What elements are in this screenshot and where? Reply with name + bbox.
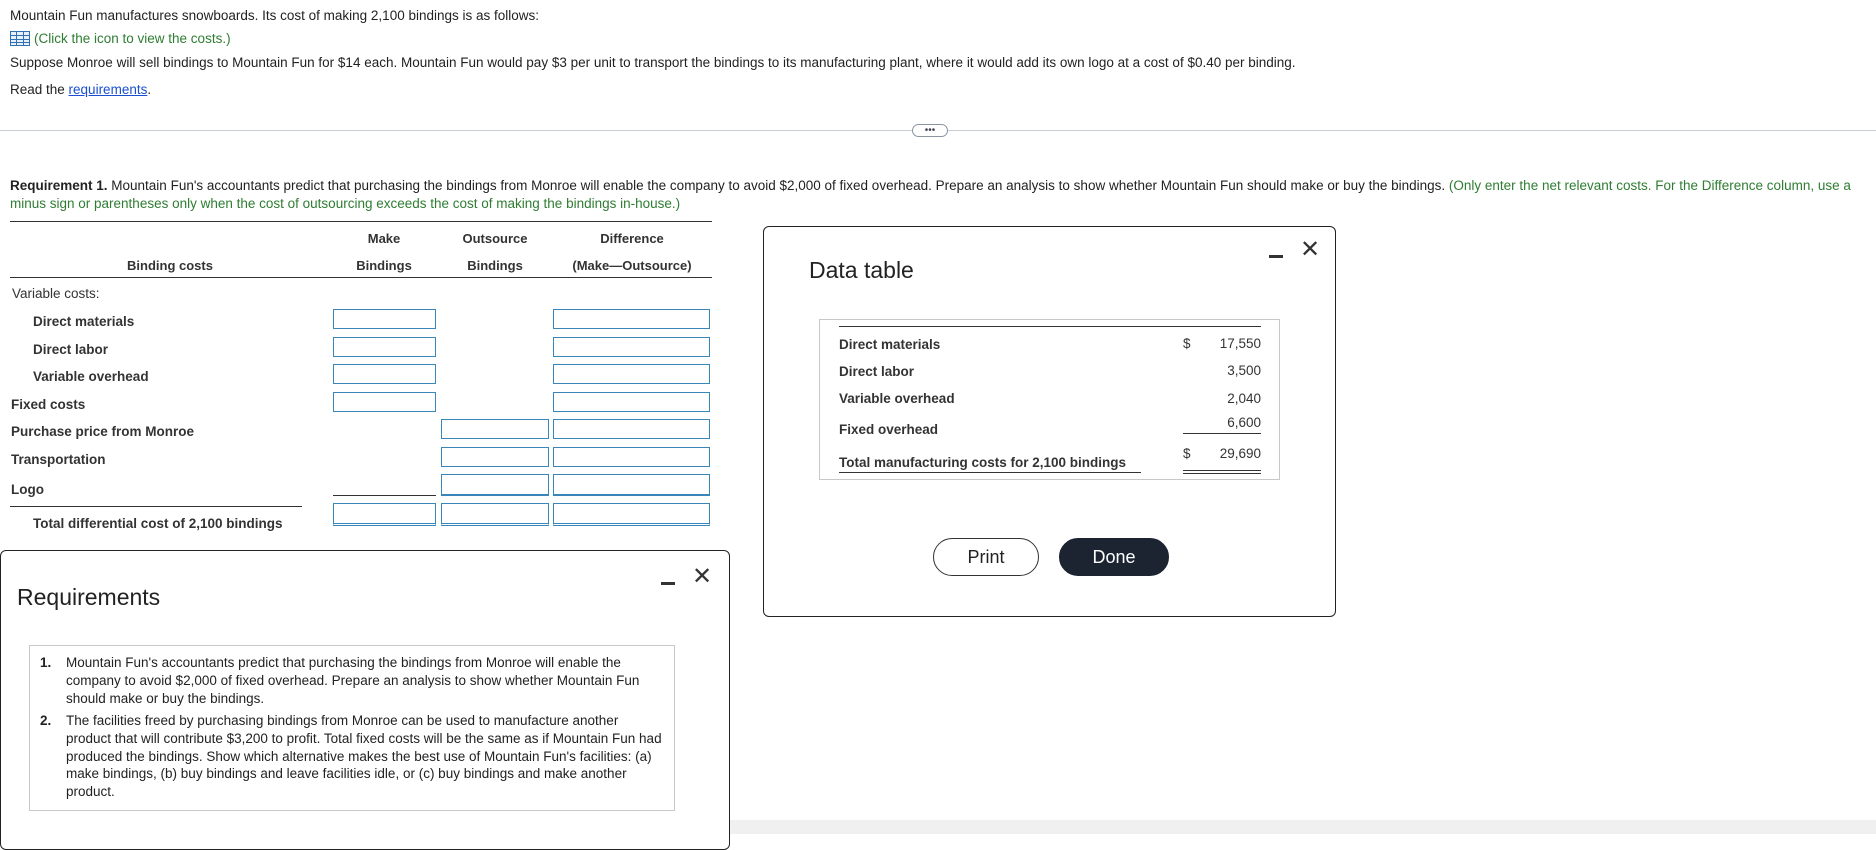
- col-difference-header-1: Difference: [600, 231, 664, 246]
- total-double-rule-1: [1183, 470, 1261, 471]
- dt-row-value: 6,600: [1227, 415, 1261, 430]
- requirement-text: The facilities freed by purchasing bindi…: [66, 713, 662, 800]
- col-outsource-header-2: Bindings: [467, 258, 523, 273]
- dt-row-label: Variable overhead: [839, 391, 955, 406]
- table-grid-icon[interactable]: [10, 31, 30, 46]
- dt-row-value: 3,500: [1227, 363, 1261, 378]
- requirements-title: Requirements: [17, 584, 161, 610]
- outsource-logo-input[interactable]: [441, 474, 549, 496]
- requirements-link[interactable]: requirements: [69, 82, 148, 97]
- col-make-header-2: Bindings: [356, 258, 412, 273]
- dt-row-value: 17,550: [1219, 336, 1261, 351]
- dt-row-label: Direct labor: [839, 364, 915, 379]
- diff-direct-labor-input[interactable]: [553, 337, 710, 357]
- view-costs-label[interactable]: (Click the icon to view the costs.): [34, 31, 231, 46]
- make-logo-blank-line: [333, 495, 436, 496]
- row-direct-labor: Direct labor: [33, 342, 109, 357]
- requirement-number: 2.: [40, 713, 52, 728]
- dt-row-label: Direct materials: [839, 337, 941, 352]
- binding-costs-header: Binding costs: [127, 258, 213, 273]
- dt-row-value: 2,040: [1227, 391, 1261, 406]
- requirement-1-label: Requirement 1.: [10, 178, 108, 193]
- close-icon[interactable]: ✕: [1300, 238, 1320, 262]
- dt-total-label: Total manufacturing costs for 2,100 bind…: [839, 455, 1127, 470]
- make-direct-labor-input[interactable]: [333, 337, 436, 357]
- diff-logo-input[interactable]: [553, 474, 710, 496]
- read-prefix: Read the: [10, 82, 69, 97]
- outsource-transportation-input[interactable]: [441, 447, 549, 467]
- requirement-text: Mountain Fun's accountants predict that …: [66, 655, 640, 706]
- footer-strip: [730, 820, 1876, 834]
- data-table-grid: Direct materials $ 17,550 Direct labor 3…: [819, 319, 1280, 480]
- dt-row-label: Fixed overhead: [839, 422, 939, 437]
- read-suffix: .: [147, 82, 152, 97]
- make-total-input[interactable]: [333, 503, 436, 526]
- total-double-rule-2: [1183, 473, 1261, 474]
- row-transportation: Transportation: [11, 452, 106, 467]
- row-direct-materials: Direct materials: [33, 314, 135, 329]
- row-variable-overhead: Variable overhead: [33, 369, 149, 384]
- dt-total-dollar: $: [1183, 446, 1191, 461]
- make-direct-materials-input[interactable]: [333, 309, 436, 329]
- done-button[interactable]: Done: [1059, 538, 1169, 576]
- table-top-rule: [10, 221, 712, 222]
- intro-text: Mountain Fun manufactures snowboards. It…: [10, 8, 540, 23]
- row-total-differential: Total differential cost of 2,100 binding…: [33, 516, 283, 531]
- outsource-purchase-price-input[interactable]: [441, 419, 549, 439]
- scenario-text: Suppose Monroe will sell bindings to Mou…: [10, 55, 1296, 70]
- diff-variable-overhead-input[interactable]: [553, 364, 710, 384]
- data-table-dialog: Data table ✕ Direct materials $ 17,550 D…: [763, 226, 1336, 617]
- total-label-underline: [839, 472, 1141, 473]
- list-item: 1. Mountain Fun's accountants predict th…: [30, 654, 670, 714]
- row-variable-costs: Variable costs:: [12, 286, 100, 301]
- make-fixed-costs-input[interactable]: [333, 392, 436, 412]
- requirements-dialog: Requirements ✕ 1. Mountain Fun's account…: [0, 550, 730, 850]
- row-logo: Logo: [11, 482, 44, 497]
- outsource-total-input[interactable]: [441, 503, 549, 526]
- row-purchase-price: Purchase price from Monroe: [11, 424, 195, 439]
- requirements-list: 1. Mountain Fun's accountants predict th…: [29, 645, 675, 811]
- diff-direct-materials-input[interactable]: [553, 309, 710, 329]
- dt-total-value: 29,690: [1219, 446, 1261, 461]
- requirement-1-instructions: Requirement 1. Mountain Fun's accountant…: [10, 177, 1872, 213]
- minimize-icon[interactable]: [1269, 255, 1283, 258]
- list-item: 2. The facilities freed by purchasing bi…: [30, 712, 670, 807]
- print-button[interactable]: Print: [933, 538, 1039, 576]
- view-costs-link[interactable]: (Click the icon to view the costs.): [10, 31, 231, 46]
- subtotal-rule: [1183, 433, 1261, 434]
- col-make-header-1: Make: [367, 231, 401, 246]
- data-table-top-rule: [839, 326, 1261, 327]
- data-table-title: Data table: [809, 257, 914, 283]
- diff-total-input[interactable]: [553, 503, 710, 526]
- close-icon[interactable]: ✕: [692, 565, 712, 589]
- diff-fixed-costs-input[interactable]: [553, 392, 710, 412]
- expand-more-button[interactable]: •••: [912, 124, 948, 137]
- make-variable-overhead-input[interactable]: [333, 364, 436, 384]
- row-fixed-costs: Fixed costs: [11, 397, 86, 412]
- col-difference-header-2: (Make—Outsource): [572, 258, 692, 273]
- read-requirements: Read the requirements.: [10, 82, 151, 97]
- diff-purchase-price-input[interactable]: [553, 419, 710, 439]
- minimize-icon[interactable]: [661, 582, 675, 585]
- requirement-1-body: Mountain Fun's accountants predict that …: [107, 178, 1449, 193]
- dt-row-dollar: $: [1183, 336, 1191, 351]
- diff-transportation-input[interactable]: [553, 447, 710, 467]
- requirement-number: 1.: [40, 655, 52, 670]
- col-outsource-header-1: Outsource: [462, 231, 528, 246]
- header-underline: [10, 277, 712, 278]
- total-row-rule: [10, 506, 302, 507]
